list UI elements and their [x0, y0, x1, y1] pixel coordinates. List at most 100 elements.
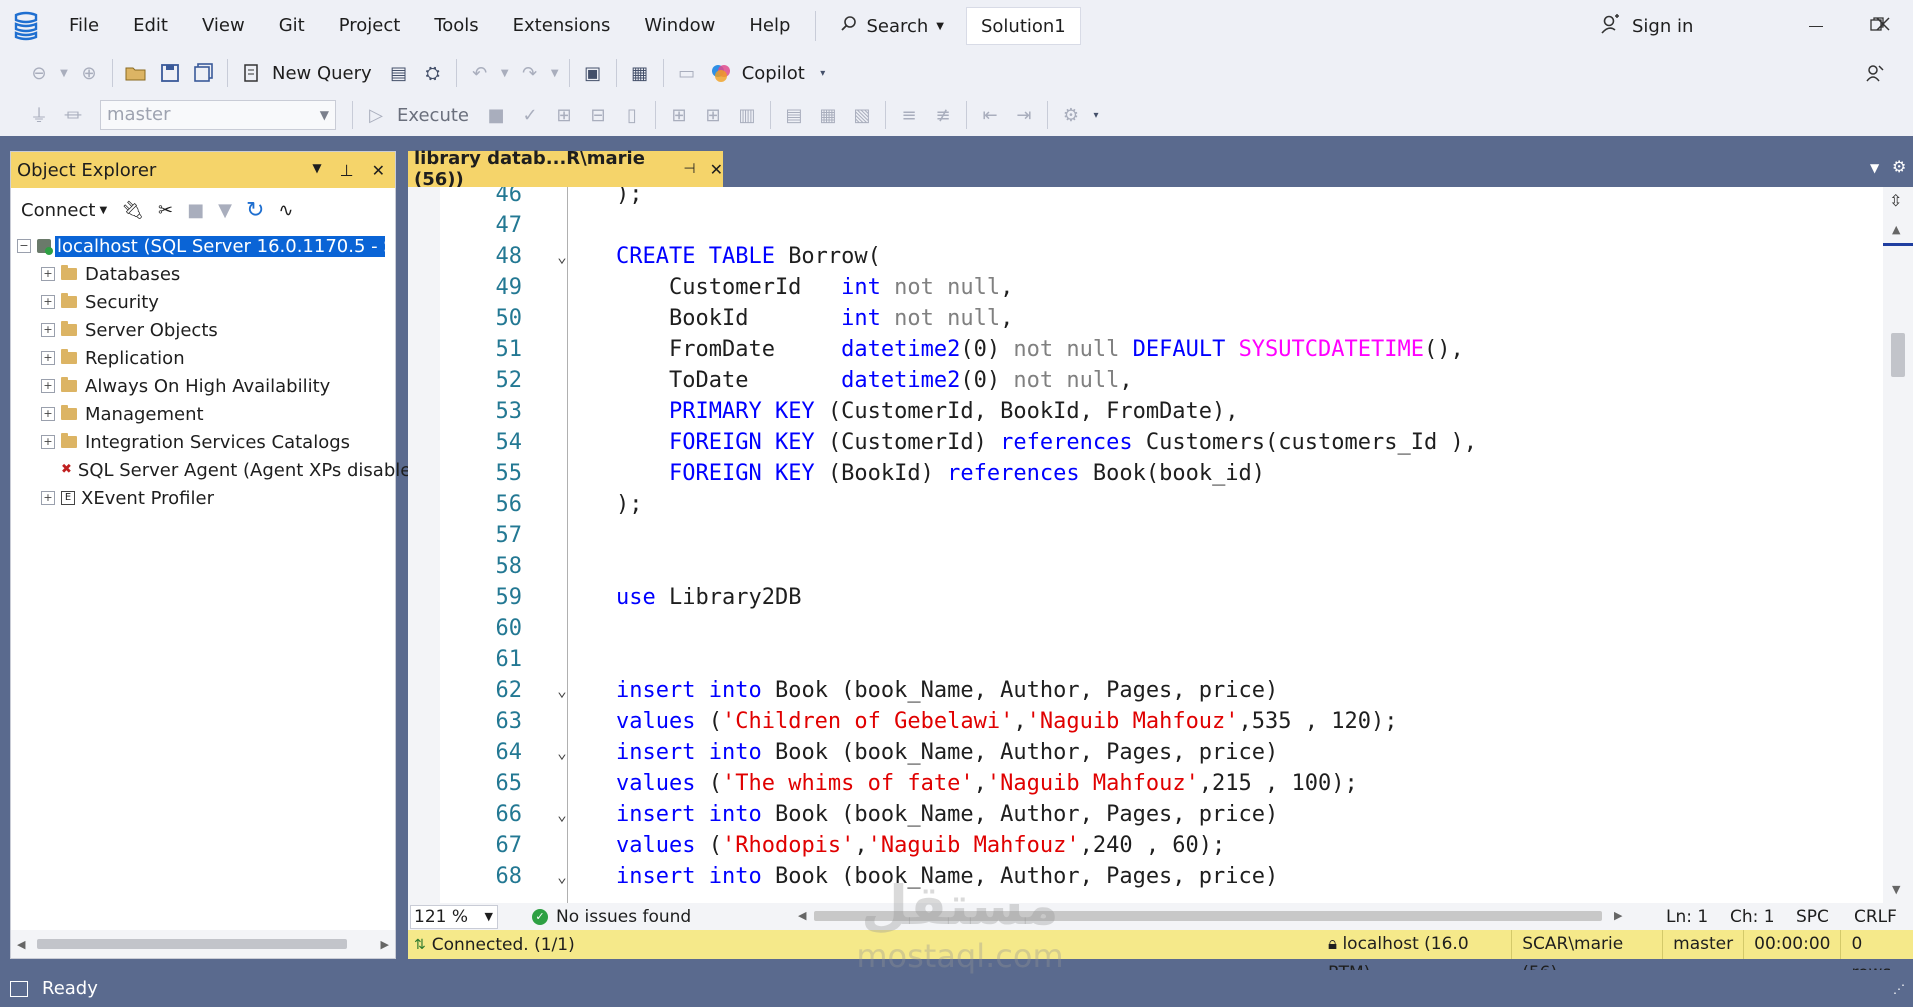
expand-icon[interactable]: + — [41, 407, 55, 421]
open-folder-icon[interactable] — [119, 56, 153, 90]
save-all-icon[interactable] — [187, 56, 221, 90]
close-window-button[interactable] — [1853, 0, 1913, 52]
pin-icon[interactable]: ⊥ — [340, 161, 354, 180]
gear-icon[interactable]: ⚙ — [1892, 157, 1906, 176]
fold-toggle-icon[interactable]: ⌄ — [552, 861, 572, 892]
client-stats-icon[interactable]: ▥ — [730, 98, 764, 132]
object-explorer-hscrollbar[interactable]: ◀ ▶ — [11, 930, 395, 958]
code-line[interactable]: 46); — [440, 187, 1880, 210]
code-line[interactable]: 63 values ('Children of Gebelawi','Naguib… — [440, 706, 1880, 737]
decrease-indent-icon[interactable]: ⇤ — [973, 98, 1007, 132]
code-line[interactable]: 61 — [440, 644, 1880, 675]
code-line[interactable]: 55 FOREIGN KEY (BookId) references Book(… — [440, 458, 1880, 489]
connect-plug-icon[interactable]: ⏚ — [22, 98, 56, 132]
expand-icon[interactable]: + — [41, 351, 55, 365]
stop-icon[interactable]: ■ — [479, 98, 513, 132]
uncomment-icon[interactable]: ≢ — [926, 98, 960, 132]
tree-node-xevent-profiler[interactable]: + E XEvent Profiler — [17, 484, 395, 512]
code-line[interactable]: 48 ⌄ CREATE TABLE Borrow( — [440, 241, 1880, 272]
query-options-icon[interactable]: ⊟ — [581, 98, 615, 132]
tab-list-dropdown-icon[interactable]: ▼ — [1870, 161, 1879, 175]
code-line[interactable]: 67 values ('Rhodopis','Naguib Mahfouz',24… — [440, 830, 1880, 861]
estimated-plan-icon[interactable]: ⊞ — [547, 98, 581, 132]
tree-node-server[interactable]: − localhost (SQL Server 16.0.1170.5 - SC… — [17, 232, 395, 260]
fold-toggle-icon[interactable]: ⌄ — [552, 799, 572, 830]
tree-node-integration-services[interactable]: + Integration Services Catalogs — [17, 428, 395, 456]
whitespace-indicator[interactable]: SPC — [1796, 907, 1829, 927]
live-stats-icon[interactable]: ⊞ — [696, 98, 730, 132]
expand-icon[interactable]: + — [41, 491, 55, 505]
forward-icon[interactable]: ⊕ — [72, 56, 106, 90]
feedback-icon[interactable] — [1858, 56, 1892, 90]
menu-file[interactable]: File — [52, 0, 116, 52]
collapse-icon[interactable]: − — [17, 239, 31, 253]
code-line[interactable]: 51 FromDate datetime2(0) not null DEFAUL… — [440, 334, 1880, 365]
scroll-thumb[interactable] — [1891, 333, 1905, 377]
expand-icon[interactable]: + — [41, 295, 55, 309]
code-line[interactable]: 64 ⌄ insert into Book (book_Name, Author, … — [440, 737, 1880, 768]
code-line[interactable]: 49 CustomerId int not null, — [440, 272, 1880, 303]
save-icon[interactable] — [153, 56, 187, 90]
expand-icon[interactable]: + — [41, 379, 55, 393]
expand-icon[interactable]: + — [41, 435, 55, 449]
menu-view[interactable]: View — [185, 0, 262, 52]
expand-icon[interactable]: + — [41, 267, 55, 281]
results-to-text-icon[interactable]: ▤ — [777, 98, 811, 132]
code-line[interactable]: 60 — [440, 613, 1880, 644]
line-ending-indicator[interactable]: CRLF — [1854, 907, 1897, 927]
fold-toggle-icon[interactable]: ⌄ — [552, 241, 572, 272]
results-to-grid-icon[interactable]: ▦ — [811, 98, 845, 132]
sign-in-button[interactable]: Sign in — [1600, 0, 1693, 52]
scroll-right-icon[interactable]: ▶ — [381, 938, 389, 951]
menu-extensions[interactable]: Extensions — [496, 0, 628, 52]
menu-help[interactable]: Help — [732, 0, 807, 52]
intellisense-icon[interactable]: ▯ — [615, 98, 649, 132]
specify-values-icon[interactable]: ⚙ — [1054, 98, 1088, 132]
line-indicator[interactable]: Ln: 1 — [1666, 907, 1708, 927]
resize-grip-icon[interactable]: ⋰ — [1893, 982, 1905, 996]
pin-icon[interactable]: ⊣ — [683, 161, 695, 177]
activity-monitor-icon[interactable]: ▣ — [576, 56, 610, 90]
editor-vscrollbar[interactable]: ⇳ ▲ ▼ — [1883, 187, 1913, 903]
connect-plug-icon[interactable]: 🔌︎ — [121, 200, 144, 221]
scroll-up-icon[interactable]: ▲ — [1892, 223, 1900, 236]
scroll-right-icon[interactable]: ▶ — [1614, 909, 1622, 922]
tree-node-sql-agent[interactable]: ✖ SQL Server Agent (Agent XPs disabled) — [17, 456, 430, 484]
scroll-left-icon[interactable]: ◀ — [17, 938, 25, 951]
disconnect-icon[interactable]: ✂︎ — [158, 200, 173, 221]
code-line[interactable]: 66 ⌄ insert into Book (book_Name, Author, … — [440, 799, 1880, 830]
tab-query-editor[interactable]: library datab...R\marie (56)) ⊣ ✕ — [408, 148, 723, 190]
properties-icon[interactable]: ▭ — [670, 56, 704, 90]
minimize-button[interactable] — [1786, 0, 1846, 52]
connect-button[interactable]: Connect ▼ — [21, 200, 107, 221]
tree-node-always-on[interactable]: + Always On High Availability — [17, 372, 395, 400]
chevron-down-icon[interactable]: ▼ — [497, 56, 513, 90]
undo-icon[interactable]: ↶ — [463, 56, 497, 90]
actual-plan-icon[interactable]: ⊞ — [662, 98, 696, 132]
chevron-down-icon[interactable]: ▼ — [547, 56, 563, 90]
menu-tools[interactable]: Tools — [417, 0, 495, 52]
notification-icon[interactable] — [10, 980, 28, 997]
fold-toggle-icon[interactable]: ⌄ — [552, 737, 572, 768]
expand-icon[interactable]: + — [41, 323, 55, 337]
scroll-left-icon[interactable]: ◀ — [798, 909, 806, 922]
increase-indent-icon[interactable]: ⇥ — [1007, 98, 1041, 132]
dax-query-icon[interactable]: ⛭ — [416, 56, 450, 90]
fold-toggle-icon[interactable]: ⌄ — [552, 675, 572, 706]
available-databases-select[interactable]: master ▼ — [100, 100, 336, 130]
code-line[interactable]: 54 FOREIGN KEY (CustomerId) references C… — [440, 427, 1880, 458]
tree-node-replication[interactable]: + Replication — [17, 344, 395, 372]
code-line[interactable]: 57 — [440, 520, 1880, 551]
activity-monitor-icon[interactable]: ∿ — [278, 200, 293, 221]
code-line[interactable]: 53 PRIMARY KEY (CustomerId, BookId, From… — [440, 396, 1880, 427]
code-line[interactable]: 52 ToDate datetime2(0) not null, — [440, 365, 1880, 396]
redo-icon[interactable]: ↷ — [513, 56, 547, 90]
close-icon[interactable]: ✕ — [372, 161, 385, 180]
execute-button[interactable]: ▷ Execute — [359, 98, 479, 132]
code-line[interactable]: 58 — [440, 551, 1880, 582]
chevron-down-icon[interactable]: ▼ — [56, 56, 72, 90]
filter-icon[interactable]: ▼ — [218, 200, 232, 221]
chevron-down-icon[interactable]: ▼ — [312, 161, 321, 180]
tree-node-server-objects[interactable]: + Server Objects — [17, 316, 395, 344]
toolbar-overflow-icon[interactable]: ▾ — [1088, 98, 1104, 132]
